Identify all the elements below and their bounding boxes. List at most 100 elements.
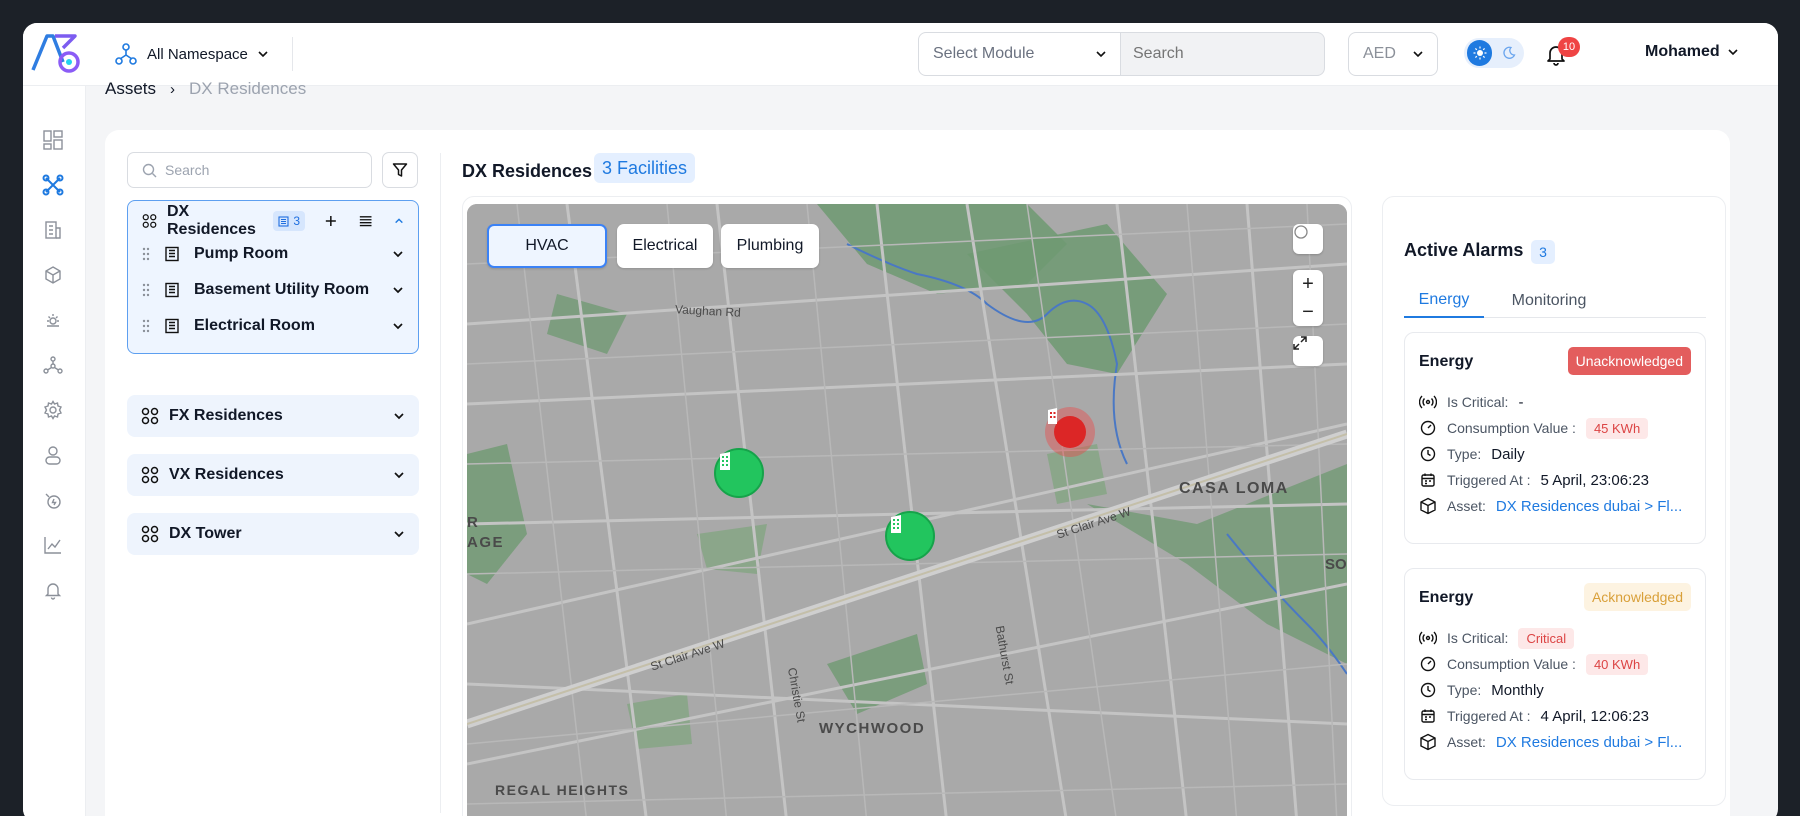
alarms-tabs: Energy Monitoring: [1404, 283, 1706, 318]
analytics-chart-icon[interactable]: [40, 532, 66, 558]
tab-monitoring[interactable]: Monitoring: [1504, 283, 1594, 318]
facility-marker-alarm[interactable]: [1045, 407, 1095, 457]
map-label-casa-loma: CASA LOMA: [1179, 480, 1289, 497]
asset-link[interactable]: DX Residences dubai > Fl...: [1496, 498, 1682, 515]
tree-child-label: Electrical Room: [194, 317, 315, 334]
cube-icon[interactable]: [40, 262, 66, 288]
add-icon[interactable]: [325, 214, 337, 228]
facilities-badge[interactable]: 3 Facilities: [594, 153, 696, 183]
tab-energy[interactable]: Energy: [1404, 283, 1484, 318]
facility-marker[interactable]: [714, 448, 764, 498]
tab-hvac[interactable]: HVAC: [487, 224, 607, 268]
tab-electrical[interactable]: Electrical: [617, 224, 713, 268]
building-icon[interactable]: [40, 217, 66, 243]
network-icon[interactable]: [40, 352, 66, 378]
type-value: Daily: [1491, 445, 1525, 463]
user-icon[interactable]: [40, 442, 66, 468]
chevron-down-icon[interactable]: [393, 469, 405, 481]
energy-icon[interactable]: [40, 487, 66, 513]
consumption-value: 45 KWh: [1585, 417, 1649, 439]
calendar-icon: [1419, 471, 1437, 489]
tree-group-name: DX Residences: [167, 203, 256, 238]
drag-handle-icon[interactable]: [142, 283, 150, 297]
namespace-selector[interactable]: All Namespace: [115, 37, 293, 71]
module-select[interactable]: Select Module: [918, 32, 1121, 76]
alarm-marker-core: [1048, 408, 1086, 448]
asset-label: Asset:: [1447, 498, 1486, 514]
chevron-down-icon: [1413, 51, 1423, 58]
fullscreen-button[interactable]: [1293, 336, 1323, 366]
tree-search-placeholder: Search: [165, 162, 210, 178]
zoom-in-button[interactable]: +: [1293, 270, 1323, 298]
alarm-triggered-row: Triggered At : 4 April, 12:06:23: [1419, 703, 1695, 729]
side-rail: [23, 86, 86, 816]
building-icon: [891, 515, 901, 533]
sensor-icon[interactable]: [40, 307, 66, 333]
group-icon: [142, 214, 157, 228]
facility-marker[interactable]: [885, 511, 935, 561]
building-icon: [720, 452, 730, 470]
alerts-bell-icon[interactable]: [40, 577, 66, 603]
asset-link[interactable]: DX Residences dubai > Fl...: [1496, 734, 1682, 751]
tree-child-item[interactable]: Basement Utility Room: [128, 272, 418, 308]
triggered-label: Triggered At :: [1447, 708, 1531, 724]
zoom-out-button[interactable]: −: [1293, 298, 1323, 326]
theme-toggle[interactable]: [1464, 38, 1524, 68]
chevron-down-icon[interactable]: [392, 320, 404, 332]
tree-group-fx-residences[interactable]: FX Residences: [127, 395, 419, 437]
status-badge: Unacknowledged: [1567, 347, 1691, 375]
cube-icon: [1419, 733, 1437, 751]
calendar-icon: [1419, 707, 1437, 725]
map-view[interactable]: Vaughan Rd CASA LOMA St Clair Ave W St C…: [467, 204, 1347, 816]
currency-select[interactable]: AED: [1348, 32, 1438, 76]
alarm-consumption-row: Consumption Value : 45 KWh: [1419, 415, 1695, 441]
tree-group-dx-tower[interactable]: DX Tower: [127, 513, 419, 555]
settings-gear-icon[interactable]: [40, 397, 66, 423]
top-bar: All Namespace Select Module AED 10 Moham…: [23, 23, 1778, 86]
tree-search-input[interactable]: Search: [127, 152, 372, 188]
filter-button[interactable]: [382, 152, 418, 188]
app-logo[interactable]: [29, 30, 85, 76]
assets-icon[interactable]: [40, 172, 66, 198]
chevron-down-icon: [258, 51, 268, 58]
drag-handle-icon[interactable]: [142, 319, 150, 333]
tree-group-header[interactable]: DX Residences 3: [128, 201, 418, 241]
tab-plumbing[interactable]: Plumbing: [721, 224, 819, 268]
map-label-wychwood: WYCHWOOD: [819, 720, 926, 737]
moon-icon[interactable]: [1496, 40, 1521, 66]
building-icon: [278, 215, 289, 227]
tree-group-vx-residences[interactable]: VX Residences: [127, 454, 419, 496]
type-label: Type:: [1447, 446, 1482, 462]
module-select-placeholder: Select Module: [933, 45, 1035, 62]
group-icon: [141, 407, 159, 425]
status-badge: Acknowledged: [1583, 583, 1691, 611]
chevron-up-icon[interactable]: [394, 215, 404, 227]
chevron-down-icon[interactable]: [392, 248, 404, 260]
list-icon[interactable]: [359, 214, 372, 228]
chevron-down-icon[interactable]: [393, 410, 405, 422]
tree-group-dx-residences[interactable]: DX Residences 3 Pump Room Basement Utili…: [127, 200, 419, 354]
sun-icon[interactable]: [1467, 40, 1492, 66]
alarm-type-row: Type: Daily: [1419, 441, 1695, 467]
tree-child-item[interactable]: Pump Room: [128, 236, 418, 272]
chevron-down-icon[interactable]: [393, 528, 405, 540]
tree-child-item[interactable]: Electrical Room: [128, 308, 418, 344]
chevron-down-icon[interactable]: [392, 284, 404, 296]
alarm-card[interactable]: Energy Acknowledged Is Critical: Critica…: [1404, 568, 1706, 780]
drag-handle-icon[interactable]: [142, 247, 150, 261]
breadcrumb-assets-link[interactable]: Assets: [105, 79, 156, 99]
user-menu[interactable]: Mohamed: [1645, 43, 1738, 61]
alarm-card[interactable]: Energy Unacknowledged Is Critical: - Con…: [1404, 332, 1706, 544]
alarm-asset-row: Asset: DX Residences dubai > Fl...: [1419, 493, 1695, 519]
search-icon: [142, 163, 157, 177]
search-input[interactable]: [1121, 32, 1325, 76]
tree-group-name: VX Residences: [169, 466, 284, 483]
triggered-value: 5 April, 23:06:23: [1540, 471, 1649, 489]
search-icon: [1294, 225, 1308, 239]
alarms-count-badge: 3: [1531, 240, 1555, 264]
map-search-button[interactable]: [1293, 224, 1323, 254]
dashboard-icon[interactable]: [40, 127, 66, 153]
building-icon: [1048, 408, 1057, 424]
consumption-label: Consumption Value :: [1447, 420, 1576, 436]
type-value: Monthly: [1491, 681, 1544, 699]
